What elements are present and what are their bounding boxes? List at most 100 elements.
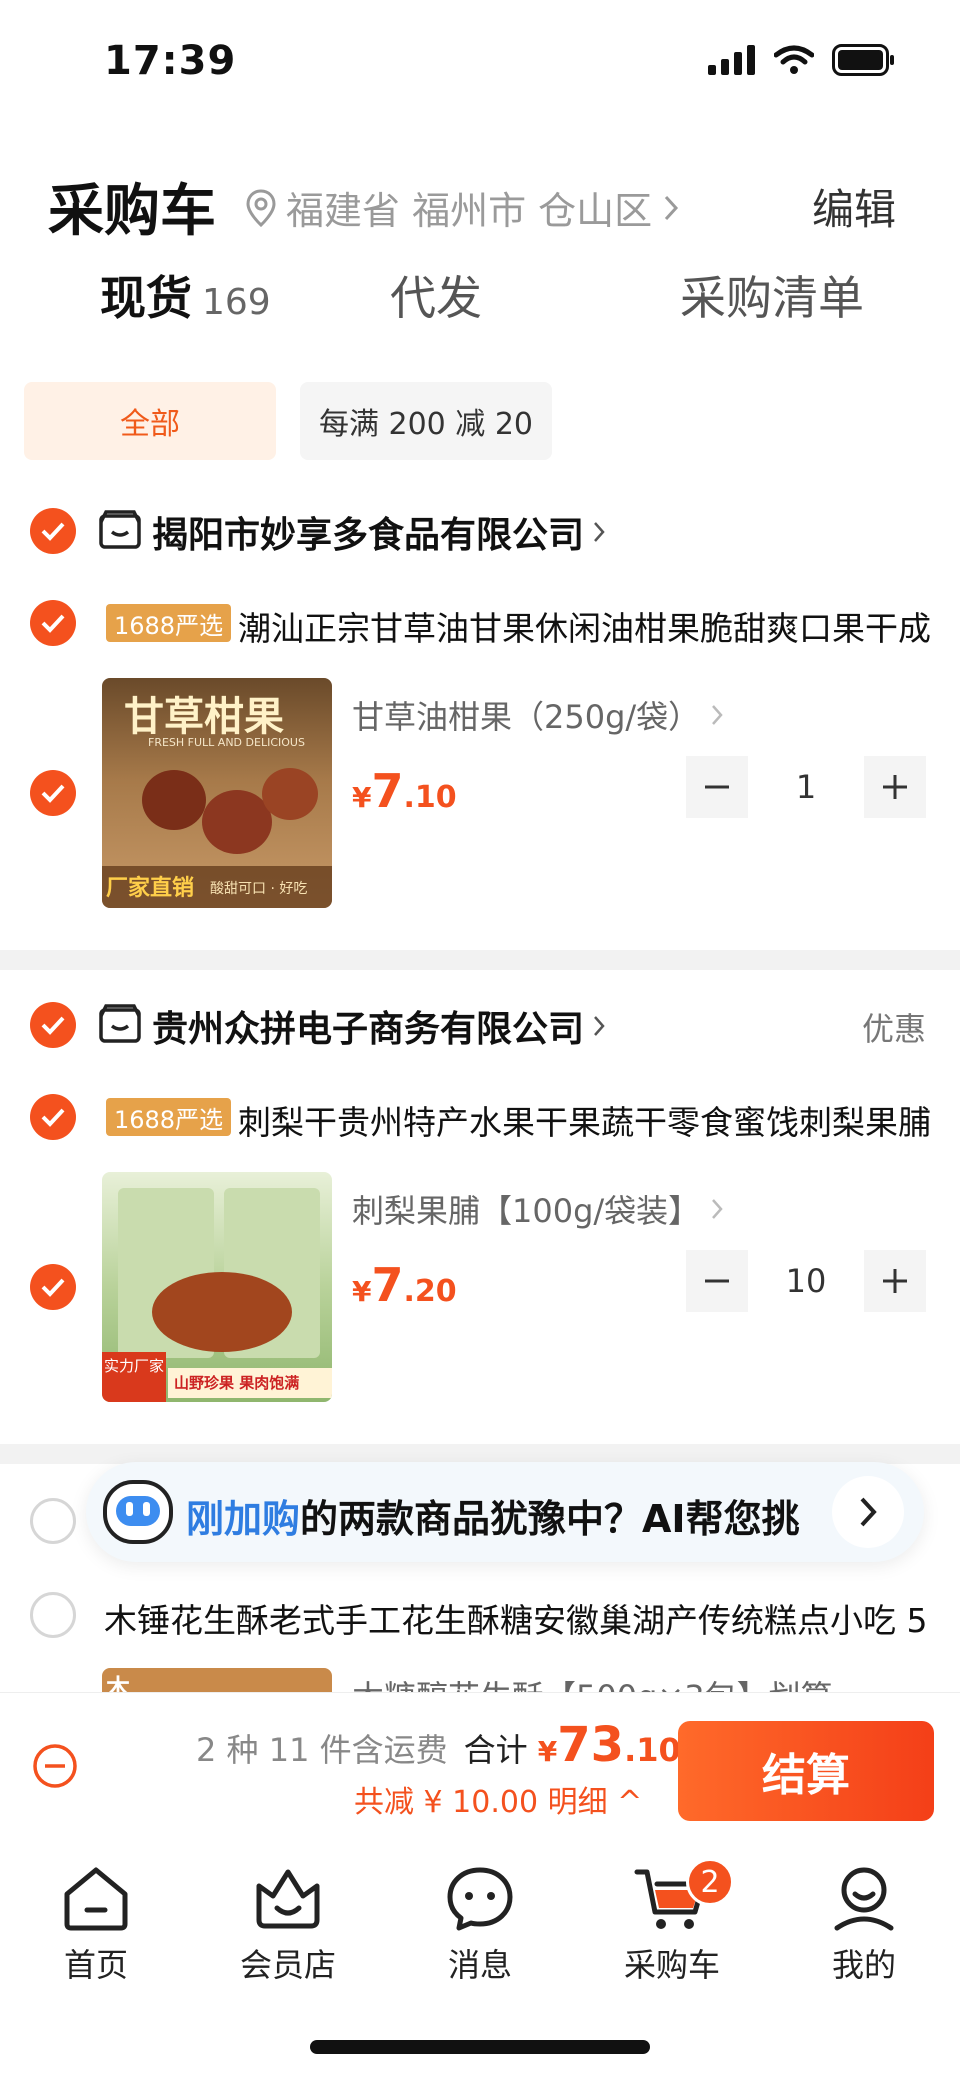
nav-member-store[interactable]: 会员店 [192,1840,384,2010]
deselect-all-icon[interactable] [32,1743,78,1789]
decrement-button[interactable] [686,1250,748,1312]
crown-basket-icon [256,1869,320,1929]
nav-messages[interactable]: 消息 [384,1840,576,2010]
total-label: 合计 [463,1731,528,1769]
cart-badge: 2 [686,1858,734,1906]
sku-row: 实力厂家 山野珍果 果肉饱满 刺梨果脯【100g/袋装】 ¥7.20 10 [0,1172,960,1402]
sku-text: 刺梨果脯【100g/袋装】 [352,1192,701,1230]
thumb-badge: 实力厂家 [104,1357,165,1375]
checkmark-icon [41,522,65,541]
tab-label: 现货 [100,271,192,325]
filter-all[interactable]: 全部 [24,382,276,460]
quantity-stepper: 10 [686,1250,926,1312]
thumb-badge: 厂家直销 [106,876,195,901]
currency-symbol: ¥ [352,1275,372,1308]
checkout-bar: 2 种 11 件含运费 合计 ¥73.10 共减 ¥ 10.00 明细 ^ 结算 [0,1692,960,1840]
ai-body-text: 的两款商品犹豫中？AI帮您挑 [300,1497,800,1541]
status-time: 17:39 [104,38,237,84]
sku-checkbox[interactable] [30,770,76,816]
product-title[interactable]: 木锤花生酥老式手工花生酥糖安徽巢湖产传统糕点小吃 5 [104,1594,934,1642]
quantity-value[interactable]: 1 [748,768,864,806]
checkmark-icon [41,614,65,633]
increment-button[interactable] [864,1250,926,1312]
price-decimal: .20 [403,1274,457,1309]
shop-checkbox[interactable] [30,508,76,554]
page-title: 采购车 [48,179,216,244]
shop-name[interactable]: 贵州众拼电子商务有限公司 [152,1000,606,1052]
shop-checkbox[interactable] [30,1002,76,1048]
sku-row: 甘草柑果 FRESH FULL AND DELICIOUS 厂家直销 酸甜可口 … [0,678,960,908]
sku-selector[interactable]: 甘草油柑果（250g/袋） [352,692,724,738]
product-thumbnail[interactable]: 实力厂家 山野珍果 果肉饱满 [102,1172,332,1402]
shop-header: 贵州众拼电子商务有限公司 优惠 [0,996,960,1056]
thumb-note: 山野珍果 果肉饱满 [174,1374,300,1392]
yanxuan-tag: 1688严选 [106,604,232,642]
product-checkbox[interactable] [30,600,76,646]
fruit-image [152,1272,292,1352]
tab-dropship[interactable]: 代发 [390,262,482,328]
product-title[interactable]: 刺梨干贵州特产水果干果蔬干零食蜜饯刺梨果脯 [238,1096,938,1144]
decrement-button[interactable] [686,756,748,818]
sku-text: 甘草油柑果（250g/袋） [352,698,701,736]
ai-open-button[interactable] [832,1476,904,1548]
location-pin-icon [246,188,276,227]
product-title[interactable]: 潮汕正宗甘草油甘果休闲油柑果脆甜爽口果干成 [238,602,938,650]
ai-suggestion-bubble[interactable]: 刚加购的两款商品犹豫中？AI帮您挑 [86,1462,924,1562]
increment-button[interactable] [864,756,926,818]
battery-icon [832,44,894,76]
filter-chips: 全部 每满 200 减 20 [24,382,552,460]
total-price: ¥73.10 [538,1717,681,1773]
checkmark-icon [41,784,65,803]
product-thumbnail[interactable]: 甘草柑果 FRESH FULL AND DELICIOUS 厂家直销 酸甜可口 … [102,678,332,908]
location-selector[interactable]: 福建省 福州市 仓山区 [246,180,680,235]
shop-name[interactable]: 揭阳市妙享多食品有限公司 [152,506,606,558]
nav-label: 会员店 [239,1946,336,1984]
total-integer: 73 [557,1717,625,1773]
nav-home[interactable]: 首页 [0,1840,192,2010]
section-divider [0,1444,960,1464]
nav-cart[interactable]: 2 采购车 [576,1840,768,2010]
nav-label: 首页 [63,1946,128,1984]
shop-name-text: 揭阳市妙享多食品有限公司 [152,515,585,556]
nav-label: 消息 [447,1946,512,1984]
minus-icon [705,785,729,789]
checkout-summary: 2 种 11 件含运费 合计 ¥73.10 [196,1717,681,1773]
sku-selector[interactable]: 刺梨果脯【100g/袋装】 [352,1186,724,1232]
unit-price: ¥7.20 [352,1258,457,1312]
bottom-nav: 首页 会员店 消息 2 采购车 我的 [0,1840,960,2010]
tab-purchase-list[interactable]: 采购清单 [680,262,864,328]
shop-promo-link[interactable]: 优惠 [862,1004,926,1050]
profile-icon [834,1867,894,1931]
thumb-note: 酸甜可口 · 好吃 [210,881,308,897]
thumb-subtitle: FRESH FULL AND DELICIOUS [148,736,305,749]
unit-price: ¥7.10 [352,764,457,818]
shop-checkbox[interactable] [30,1498,76,1544]
tab-in-stock[interactable]: 现货 169 [100,262,271,328]
quantity-value[interactable]: 10 [748,1262,864,1300]
fruit-image [142,770,206,830]
plus-icon [883,775,907,799]
chevron-right-icon [860,1497,877,1527]
page-header: 采购车 福建省 福州市 仓山区 编辑 [0,160,960,244]
wifi-icon [774,45,814,74]
yanxuan-tag: 1688严选 [106,1098,232,1136]
discount-details-link[interactable]: 共减 ¥ 10.00 明细 ^ [354,1777,642,1821]
product-checkbox[interactable] [30,1094,76,1140]
home-icon [64,1867,128,1931]
edit-button[interactable]: 编辑 [812,176,896,237]
item-count-text: 2 种 11 件含运费 [196,1731,448,1769]
chevron-right-icon [712,705,723,725]
chevron-right-icon [594,1016,605,1036]
section-divider [0,950,960,970]
filter-promo[interactable]: 每满 200 减 20 [300,382,552,460]
location-text: 福建省 福州市 仓山区 [286,189,653,233]
nav-profile[interactable]: 我的 [768,1840,960,2010]
plus-icon [883,1269,907,1293]
product-title-row: 1688严选 刺梨干贵州特产水果干果蔬干零食蜜饯刺梨果脯 [0,1090,960,1150]
shop-header: 揭阳市妙享多食品有限公司 [0,502,960,562]
fruit-image [262,768,318,820]
checkout-button[interactable]: 结算 [678,1721,934,1821]
checkmark-icon [41,1278,65,1297]
product-checkbox[interactable] [30,1592,76,1638]
sku-checkbox[interactable] [30,1264,76,1310]
